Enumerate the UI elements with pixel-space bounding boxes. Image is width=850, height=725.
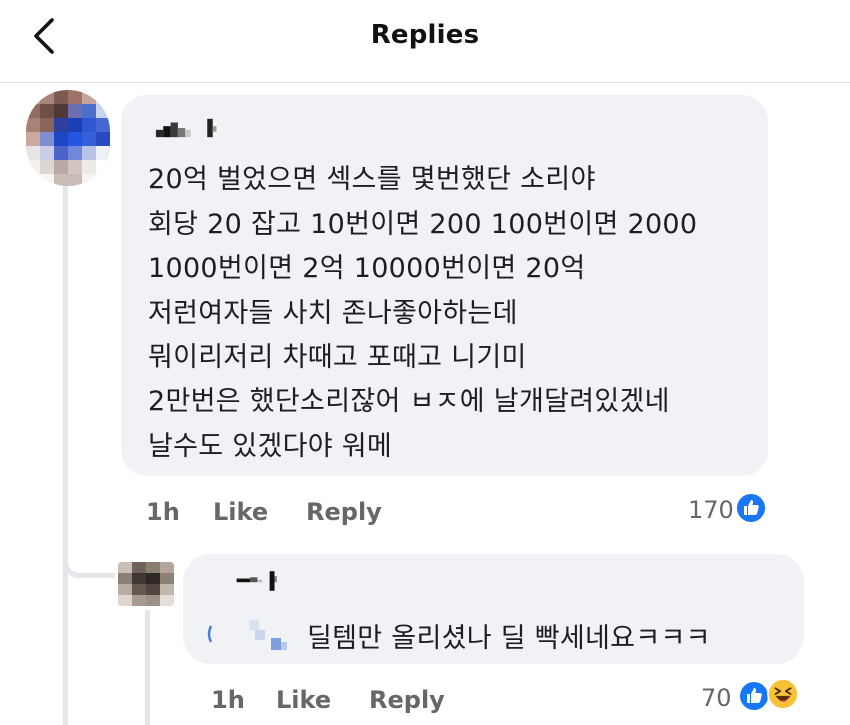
comment-text-line: 저런여자들 사치 존나좋아하는데: [148, 298, 518, 329]
top-bar: Replies: [0, 0, 850, 83]
reply-button[interactable]: Reply: [369, 686, 445, 714]
comment-text-line: 뭐이리저리 차때고 포때고 니기미: [148, 342, 527, 373]
replies-screen: Replies 20억 벌었으면 섹스를 몇번했단 소리야 회당 20 잡고 1…: [0, 0, 850, 725]
comment-text-line: 1000번이면 2억 10000번이면 20억: [148, 253, 586, 284]
like-icon: [735, 492, 767, 524]
author-name-redacted: [236, 571, 277, 591]
reaction-count[interactable]: 70: [701, 684, 732, 712]
author-name-redacted: [207, 620, 287, 650]
avatar[interactable]: [26, 90, 110, 186]
reply-bubble[interactable]: 딜템만 올리셨나 딜 빡세네요ㅋㅋㅋ: [183, 554, 804, 664]
reply-time: 1h: [211, 686, 245, 714]
comment-text-line: 회당 20 잡고 10번이면 200 100번이면 2000: [148, 209, 698, 240]
like-button[interactable]: Like: [276, 686, 331, 714]
comment-text-line: 2만번은 했단소리잖어 ㅂㅈ에 날개달려있겠네: [148, 386, 670, 417]
author-name-redacted: [155, 118, 217, 138]
reply-text: 딜템만 올리셨나 딜 빡세네요ㅋㅋㅋ: [307, 623, 711, 654]
thread-connector: [63, 520, 115, 578]
reply-button[interactable]: Reply: [306, 498, 382, 526]
comment-bubble[interactable]: 20억 벌었으면 섹스를 몇번했단 소리야 회당 20 잡고 10번이면 200…: [121, 95, 768, 476]
thread-line: [63, 180, 68, 725]
avatar[interactable]: [118, 562, 174, 606]
page-title: Replies: [370, 20, 480, 50]
reaction-count[interactable]: 170: [688, 496, 734, 524]
like-button[interactable]: Like: [213, 498, 268, 526]
like-icon: [738, 680, 770, 712]
haha-icon: [767, 678, 799, 710]
comment-text-line: 날수도 있겠다야 워메: [148, 431, 393, 462]
comment-time: 1h: [146, 498, 180, 526]
reply-thread-line: [145, 610, 150, 725]
comment-text-line: 20억 벌었으면 섹스를 몇번했단 소리야: [148, 164, 596, 195]
